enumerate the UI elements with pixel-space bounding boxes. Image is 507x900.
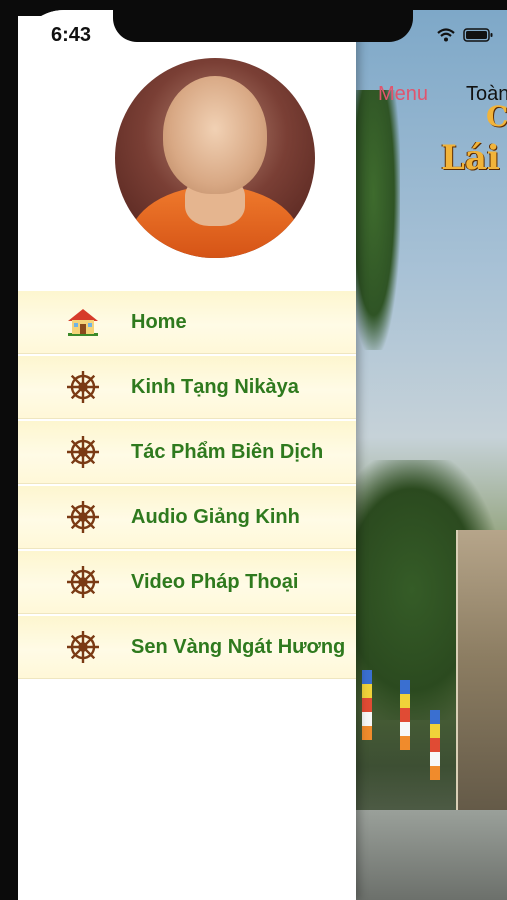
banner-title-top: C — [486, 100, 507, 133]
dharma-wheel-icon — [66, 565, 100, 599]
banner-title: Lái — [441, 138, 500, 178]
side-drawer: Home Kinh Tạng Nikàya Tác Phẩm Biên Dịch… — [18, 10, 356, 900]
avatar-face — [163, 76, 267, 194]
menu-button[interactable]: Menu — [378, 83, 428, 106]
menu-item-sen-vang-ngat-huong[interactable]: Sen Vàng Ngát Hương — [18, 616, 356, 679]
dharma-wheel-icon — [66, 500, 100, 534]
device-notch — [113, 0, 413, 42]
status-icons — [436, 27, 496, 43]
dharma-wheel-icon — [66, 370, 100, 404]
background-ground — [356, 810, 507, 900]
status-time: 6:43 — [51, 24, 92, 46]
background-flag — [430, 710, 440, 780]
menu-item-label: Home — [131, 311, 187, 333]
wifi-icon — [437, 28, 455, 42]
background-flag — [400, 680, 410, 750]
background-temple — [456, 530, 507, 850]
menu-item-label: Audio Giảng Kinh — [131, 506, 300, 528]
menu-item-label: Tác Phẩm Biên Dịch — [131, 441, 324, 463]
phone-screen: Menu Toàn C Lái Home Kinh Tạng Nikàya Tá… — [0, 0, 507, 900]
dharma-wheel-icon — [66, 435, 100, 469]
battery-icon — [463, 28, 493, 42]
house-icon — [66, 305, 100, 339]
dharma-wheel-icon — [66, 630, 100, 664]
avatar — [115, 58, 315, 258]
menu-item-label: Sen Vàng Ngát Hương — [131, 636, 346, 658]
main-page-background: Menu Toàn C Lái — [356, 10, 507, 900]
menu-item-kinh-tang-nikaya[interactable]: Kinh Tạng Nikàya — [18, 356, 356, 419]
drawer-menu-list: Home Kinh Tạng Nikàya Tác Phẩm Biên Dịch… — [18, 291, 356, 681]
background-flag — [362, 670, 372, 740]
menu-item-video-phap-thoai[interactable]: Video Pháp Thoại — [18, 551, 356, 614]
device-frame-left — [0, 0, 18, 900]
background-tree — [356, 90, 400, 350]
menu-item-label: Kinh Tạng Nikàya — [131, 376, 299, 398]
menu-item-audio-giang-kinh[interactable]: Audio Giảng Kinh — [18, 486, 356, 549]
menu-item-label: Video Pháp Thoại — [131, 571, 299, 593]
menu-item-home[interactable]: Home — [18, 291, 356, 354]
menu-item-tac-pham-bien-dich[interactable]: Tác Phẩm Biên Dịch — [18, 421, 356, 484]
app-screen: Menu Toàn C Lái Home Kinh Tạng Nikàya Tá… — [18, 10, 507, 900]
